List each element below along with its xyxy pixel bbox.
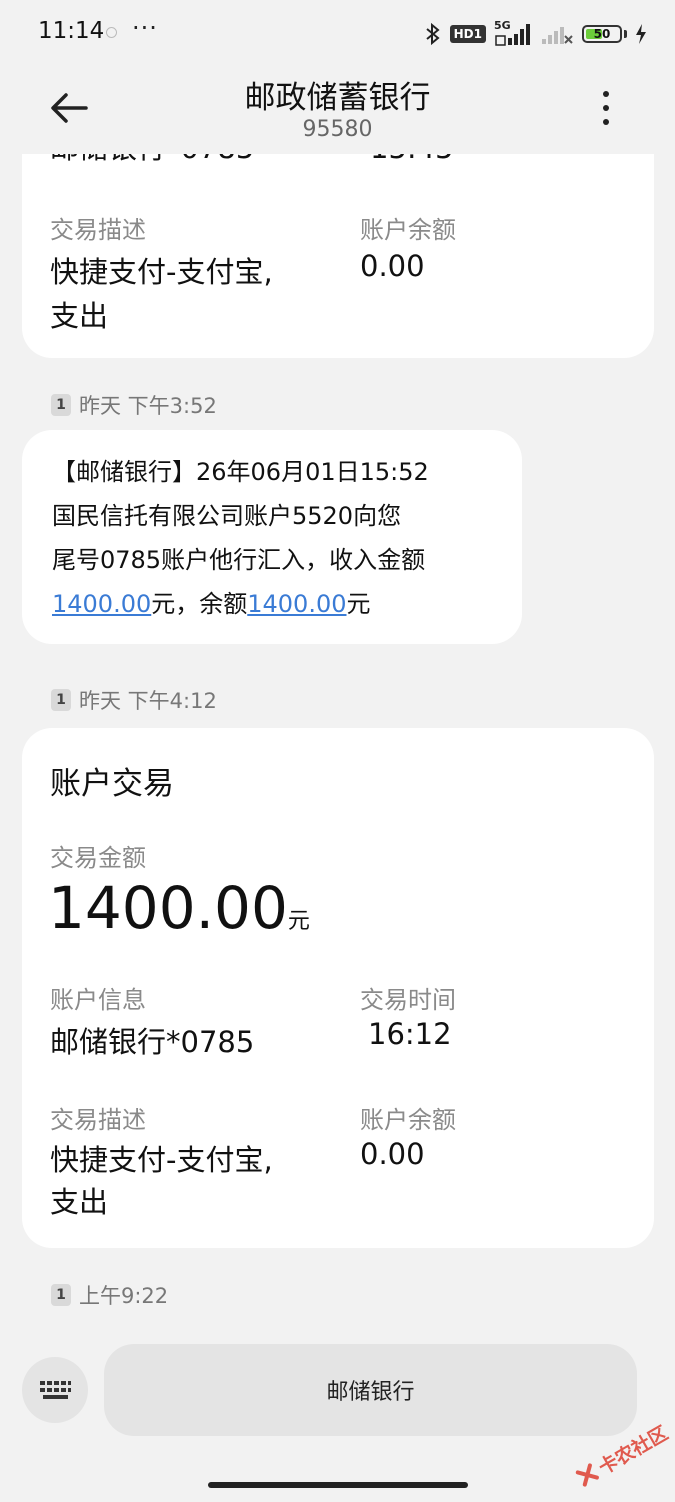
- account-value: 邮储银行*0785: [50, 1025, 255, 1059]
- desc-label: 交易描述: [50, 1106, 146, 1134]
- watermark-logo-icon: [575, 1463, 599, 1487]
- sms-unit-text: 元: [346, 590, 371, 618]
- status-more-icon: ···: [132, 14, 158, 42]
- sms-message-bubble[interactable]: 【邮储银行】26年06月01日15:52 国民信托有限公司账户5520向您 尾号…: [22, 430, 522, 644]
- sms-unit-text: 元，余额: [151, 590, 248, 618]
- amount-link[interactable]: 1400.00: [52, 590, 151, 618]
- desc-value-line1: 快捷支付-支付宝,: [50, 1143, 273, 1177]
- time-label: 交易时间: [360, 986, 456, 1014]
- message-timestamp: 1 昨天 下午3:52: [51, 390, 217, 420]
- message-timestamp: 1 昨天 下午4:12: [51, 685, 217, 715]
- status-icons: HD1 5G 50: [424, 19, 647, 48]
- transaction-card[interactable]: 账户交易 交易金额 1400.00元 账户信息 邮储银行*0785 交易时间 1…: [22, 728, 654, 1248]
- card-title: 账户交易: [50, 766, 174, 802]
- notification-dot-icon: [106, 27, 117, 38]
- sim-1-icon: 1: [51, 394, 71, 416]
- quick-reply-label: 邮储银行: [326, 1380, 415, 1405]
- keyboard-icon: [40, 1381, 71, 1399]
- battery-icon: 50: [582, 25, 622, 43]
- sms-line: 国民信托有限公司账户5520向您: [52, 502, 402, 530]
- amount-value: 1400.00元: [48, 874, 310, 942]
- transaction-card-previous[interactable]: 邮储银行*0785 15:45 交易描述 快捷支付-支付宝, 支出 账户余额 0…: [22, 120, 654, 358]
- sender-number: 95580: [302, 117, 373, 142]
- bluetooth-icon: [426, 22, 440, 46]
- balance-link[interactable]: 1400.00: [247, 590, 346, 618]
- more-options-icon[interactable]: [592, 88, 620, 128]
- balance-value: 0.00: [360, 249, 425, 283]
- desc-value-line2: 支出: [50, 299, 109, 333]
- home-indicator[interactable]: [208, 1482, 468, 1488]
- amount-label: 交易金额: [50, 844, 146, 872]
- timestamp-text: 上午9:22: [79, 1284, 169, 1308]
- signal-2-icon: [542, 27, 573, 44]
- sim-1-icon: 1: [51, 689, 71, 711]
- charging-icon: [636, 24, 646, 44]
- sms-text: 【邮储银行】26年06月01日15:52 国民信托有限公司账户5520向您 尾号…: [52, 450, 512, 626]
- desc-value-line1: 快捷支付-支付宝,: [50, 255, 273, 289]
- timestamp-text: 昨天 下午3:52: [79, 394, 217, 418]
- account-label: 账户信息: [50, 986, 146, 1014]
- sms-line: 【邮储银行】26年06月01日15:52: [52, 458, 429, 486]
- hd-badge: HD1: [449, 25, 486, 43]
- conversation-header: 邮政储蓄银行 95580: [0, 66, 675, 154]
- amount-unit: 元: [287, 909, 310, 934]
- desc-label: 交易描述: [50, 216, 146, 244]
- sim-1-icon: 1: [51, 1284, 71, 1306]
- sms-line: 尾号0785账户他行汇入，收入金额: [52, 546, 426, 574]
- balance-label: 账户余额: [360, 1106, 456, 1134]
- quick-reply-button[interactable]: 邮储银行: [104, 1344, 637, 1436]
- status-bar: 11:14 ··· HD1 5G 50: [0, 0, 675, 66]
- time-value: 16:12: [368, 1017, 452, 1051]
- page-title: 邮政储蓄银行: [244, 80, 431, 116]
- balance-label: 账户余额: [360, 216, 456, 244]
- amount-number: 1400.00: [48, 874, 288, 942]
- timestamp-text: 昨天 下午4:12: [79, 689, 217, 713]
- keyboard-toggle-button[interactable]: [22, 1357, 88, 1423]
- status-time: 11:14: [38, 18, 105, 44]
- signal-icon: [495, 24, 530, 46]
- battery-tip: [624, 30, 627, 38]
- balance-value: 0.00: [360, 1137, 425, 1171]
- network-type: 5G: [494, 19, 532, 47]
- desc-value-line2: 支出: [50, 1185, 109, 1219]
- message-timestamp: 1 上午9:22: [51, 1280, 168, 1310]
- sms-line: 1400.00元，余额1400.00元: [52, 582, 512, 626]
